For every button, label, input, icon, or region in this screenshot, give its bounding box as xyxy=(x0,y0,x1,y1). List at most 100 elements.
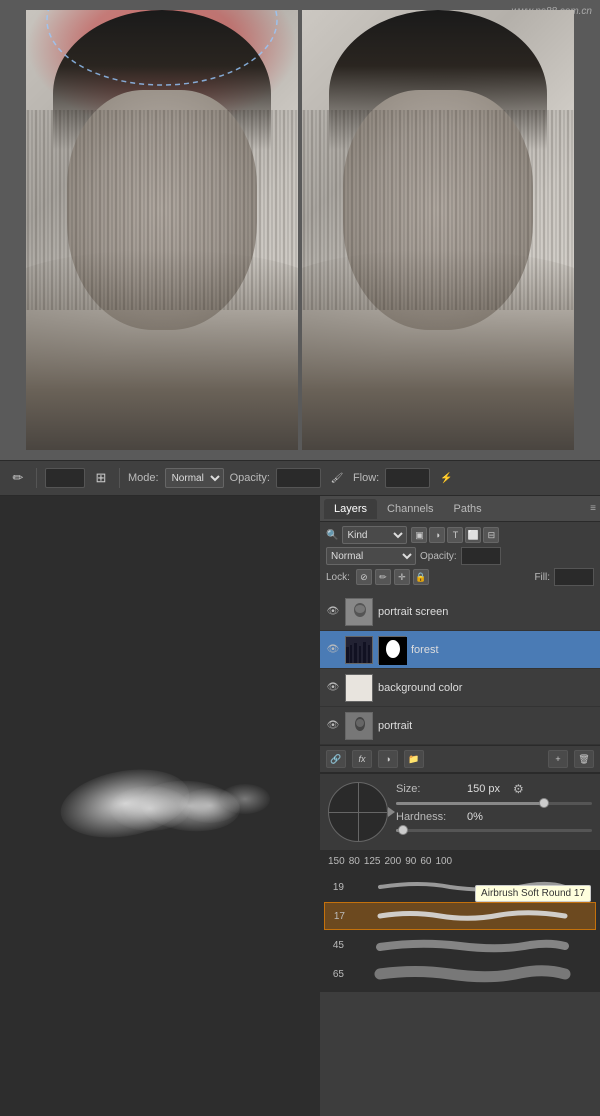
brush-settings-top: Size: 150 px ⚙ Hardness: 0% xyxy=(328,782,592,842)
preset-row-45[interactable]: 45 xyxy=(324,931,596,959)
size-value: 150 px xyxy=(467,783,507,795)
preset-stroke-65 xyxy=(348,963,592,985)
layer-name-forest: forest xyxy=(411,644,594,656)
size-label: Size: xyxy=(396,783,461,795)
preset-sizes-row: 150 80 125 200 90 60 100 xyxy=(324,854,596,869)
gear-icon[interactable]: ⚙ xyxy=(513,782,524,796)
tab-channels[interactable]: Channels xyxy=(377,499,443,519)
layers-bottom-bar: 🔗 fx ◑ 📁 + 🗑 xyxy=(320,745,600,772)
filter-adjust-icon[interactable]: ◑ xyxy=(429,527,445,543)
layer-opacity-input[interactable]: 100% xyxy=(461,547,501,565)
layer-thumb-portrait xyxy=(345,712,373,740)
filter-smart-icon[interactable]: ⊟ xyxy=(483,527,499,543)
layer-thumb-portrait-screen xyxy=(345,598,373,626)
forest-overlay-left xyxy=(26,110,298,310)
tab-layers[interactable]: Layers xyxy=(324,499,377,519)
mode-select[interactable]: Normal xyxy=(165,468,224,488)
new-layer-icon[interactable]: + xyxy=(548,750,568,768)
tab-paths[interactable]: Paths xyxy=(444,499,492,519)
preset-num-19: 19 xyxy=(328,882,344,893)
layer-item-portrait[interactable]: 👁 portrait xyxy=(320,707,600,745)
kind-select[interactable]: Kind xyxy=(342,526,407,544)
delete-layer-icon[interactable]: 🗑 xyxy=(574,750,594,768)
layers-list: 👁 portrait screen 👁 xyxy=(320,593,600,745)
fx-icon[interactable]: fx xyxy=(352,750,372,768)
preset-size-100[interactable]: 100 xyxy=(435,856,452,867)
lock-move-icon[interactable]: ✛ xyxy=(394,569,410,585)
fill-input[interactable]: 100% xyxy=(554,568,594,586)
separator-2 xyxy=(119,468,120,488)
link-icon[interactable]: 🔗 xyxy=(326,750,346,768)
panel-menu-icon[interactable]: ≡ xyxy=(590,503,596,514)
preset-size-80[interactable]: 80 xyxy=(349,856,360,867)
preset-size-90[interactable]: 90 xyxy=(405,856,416,867)
preset-size-200[interactable]: 200 xyxy=(385,856,402,867)
opacity-label: Opacity: xyxy=(230,472,270,484)
preset-row-65[interactable]: 65 xyxy=(324,960,596,988)
crosshair-v xyxy=(358,783,359,841)
brush-options-icon[interactable]: ⊞ xyxy=(91,468,111,488)
canvas-left[interactable] xyxy=(26,10,298,450)
blend-mode-select[interactable]: Normal xyxy=(326,547,416,565)
size-row: Size: 150 px ⚙ xyxy=(396,782,592,796)
hardness-value: 0% xyxy=(467,811,507,823)
layer-item-background-color[interactable]: 👁 background color xyxy=(320,669,600,707)
eye-icon-forest[interactable]: 👁 xyxy=(326,644,340,655)
filter-type-icon[interactable]: T xyxy=(447,527,463,543)
preset-num-45: 45 xyxy=(328,940,344,951)
eye-icon-background-color[interactable]: 👁 xyxy=(326,682,340,693)
lock-paint-icon[interactable]: ✏ xyxy=(375,569,391,585)
forest-overlay-right xyxy=(302,110,574,310)
size-slider-thumb[interactable] xyxy=(539,798,549,808)
preset-brushes-list: 19 17 Airbrush Soft Round 1 xyxy=(324,873,596,988)
preset-size-150[interactable]: 150 xyxy=(328,856,345,867)
brush-stroke-visual xyxy=(30,766,290,846)
lock-transparency-icon[interactable]: ⊘ xyxy=(356,569,372,585)
flow-label: Flow: xyxy=(353,472,379,484)
lock-row: Lock: ⊘ ✏ ✛ 🔒 Fill: 100% xyxy=(326,568,594,586)
mode-label: Mode: xyxy=(128,472,159,484)
layer-item-portrait-screen[interactable]: 👁 portrait screen xyxy=(320,593,600,631)
hardness-row: Hardness: 0% xyxy=(396,811,592,823)
eye-icon-portrait[interactable]: 👁 xyxy=(326,720,340,731)
preset-num-17: 17 xyxy=(329,911,345,922)
preset-stroke-45 xyxy=(348,934,592,956)
layer-thumb-background-color xyxy=(345,674,373,702)
layer-name-portrait: portrait xyxy=(378,720,594,732)
adjustment-icon[interactable]: ◑ xyxy=(378,750,398,768)
canvas-area: www.ps88.com.cn xyxy=(0,0,600,460)
preset-row-17[interactable]: 17 Airbrush Soft Round 17 xyxy=(324,902,596,930)
opacity-label-layers: Opacity: xyxy=(420,551,457,562)
filter-shape-icon[interactable]: ⬜ xyxy=(465,527,481,543)
preset-size-125[interactable]: 125 xyxy=(364,856,381,867)
preset-stroke-17 xyxy=(349,905,591,927)
hardness-slider-thumb[interactable] xyxy=(398,825,408,835)
canvas-images xyxy=(16,0,584,460)
brush-sliders: Size: 150 px ⚙ Hardness: 0% xyxy=(396,782,592,838)
size-slider[interactable] xyxy=(396,802,592,805)
folder-icon[interactable]: 📁 xyxy=(404,750,424,768)
brush-tool-icon[interactable]: ✏ xyxy=(8,468,28,488)
opacity-input[interactable]: 100% xyxy=(276,468,321,488)
brush-size-input[interactable]: 175 xyxy=(45,468,85,488)
layers-controls: 🔍 Kind ▣ ◑ T ⬜ ⊟ Normal xyxy=(320,522,600,593)
smoothing-icon[interactable]: ⚡ xyxy=(436,468,456,488)
layer-name-portrait-screen: portrait screen xyxy=(378,606,594,618)
canvas-right xyxy=(302,10,574,450)
airbrush-icon[interactable]: 🖌 xyxy=(327,468,347,488)
size-slider-fill xyxy=(396,802,543,805)
brush-preview-circle xyxy=(328,782,388,842)
kind-row: 🔍 Kind ▣ ◑ T ⬜ ⊟ xyxy=(326,526,594,544)
hardness-label: Hardness: xyxy=(396,811,461,823)
eye-icon-portrait-screen[interactable]: 👁 xyxy=(326,606,340,617)
flow-input[interactable]: 100% xyxy=(385,468,430,488)
lock-label: Lock: xyxy=(326,572,350,583)
lock-all-icon[interactable]: 🔒 xyxy=(413,569,429,585)
hardness-slider[interactable] xyxy=(396,829,592,832)
layer-mask-forest xyxy=(378,636,406,664)
separator-1 xyxy=(36,468,37,488)
layer-item-forest[interactable]: 👁 xyxy=(320,631,600,669)
filter-pixel-icon[interactable]: ▣ xyxy=(411,527,427,543)
layer-thumb-forest xyxy=(345,636,373,664)
preset-size-60[interactable]: 60 xyxy=(420,856,431,867)
